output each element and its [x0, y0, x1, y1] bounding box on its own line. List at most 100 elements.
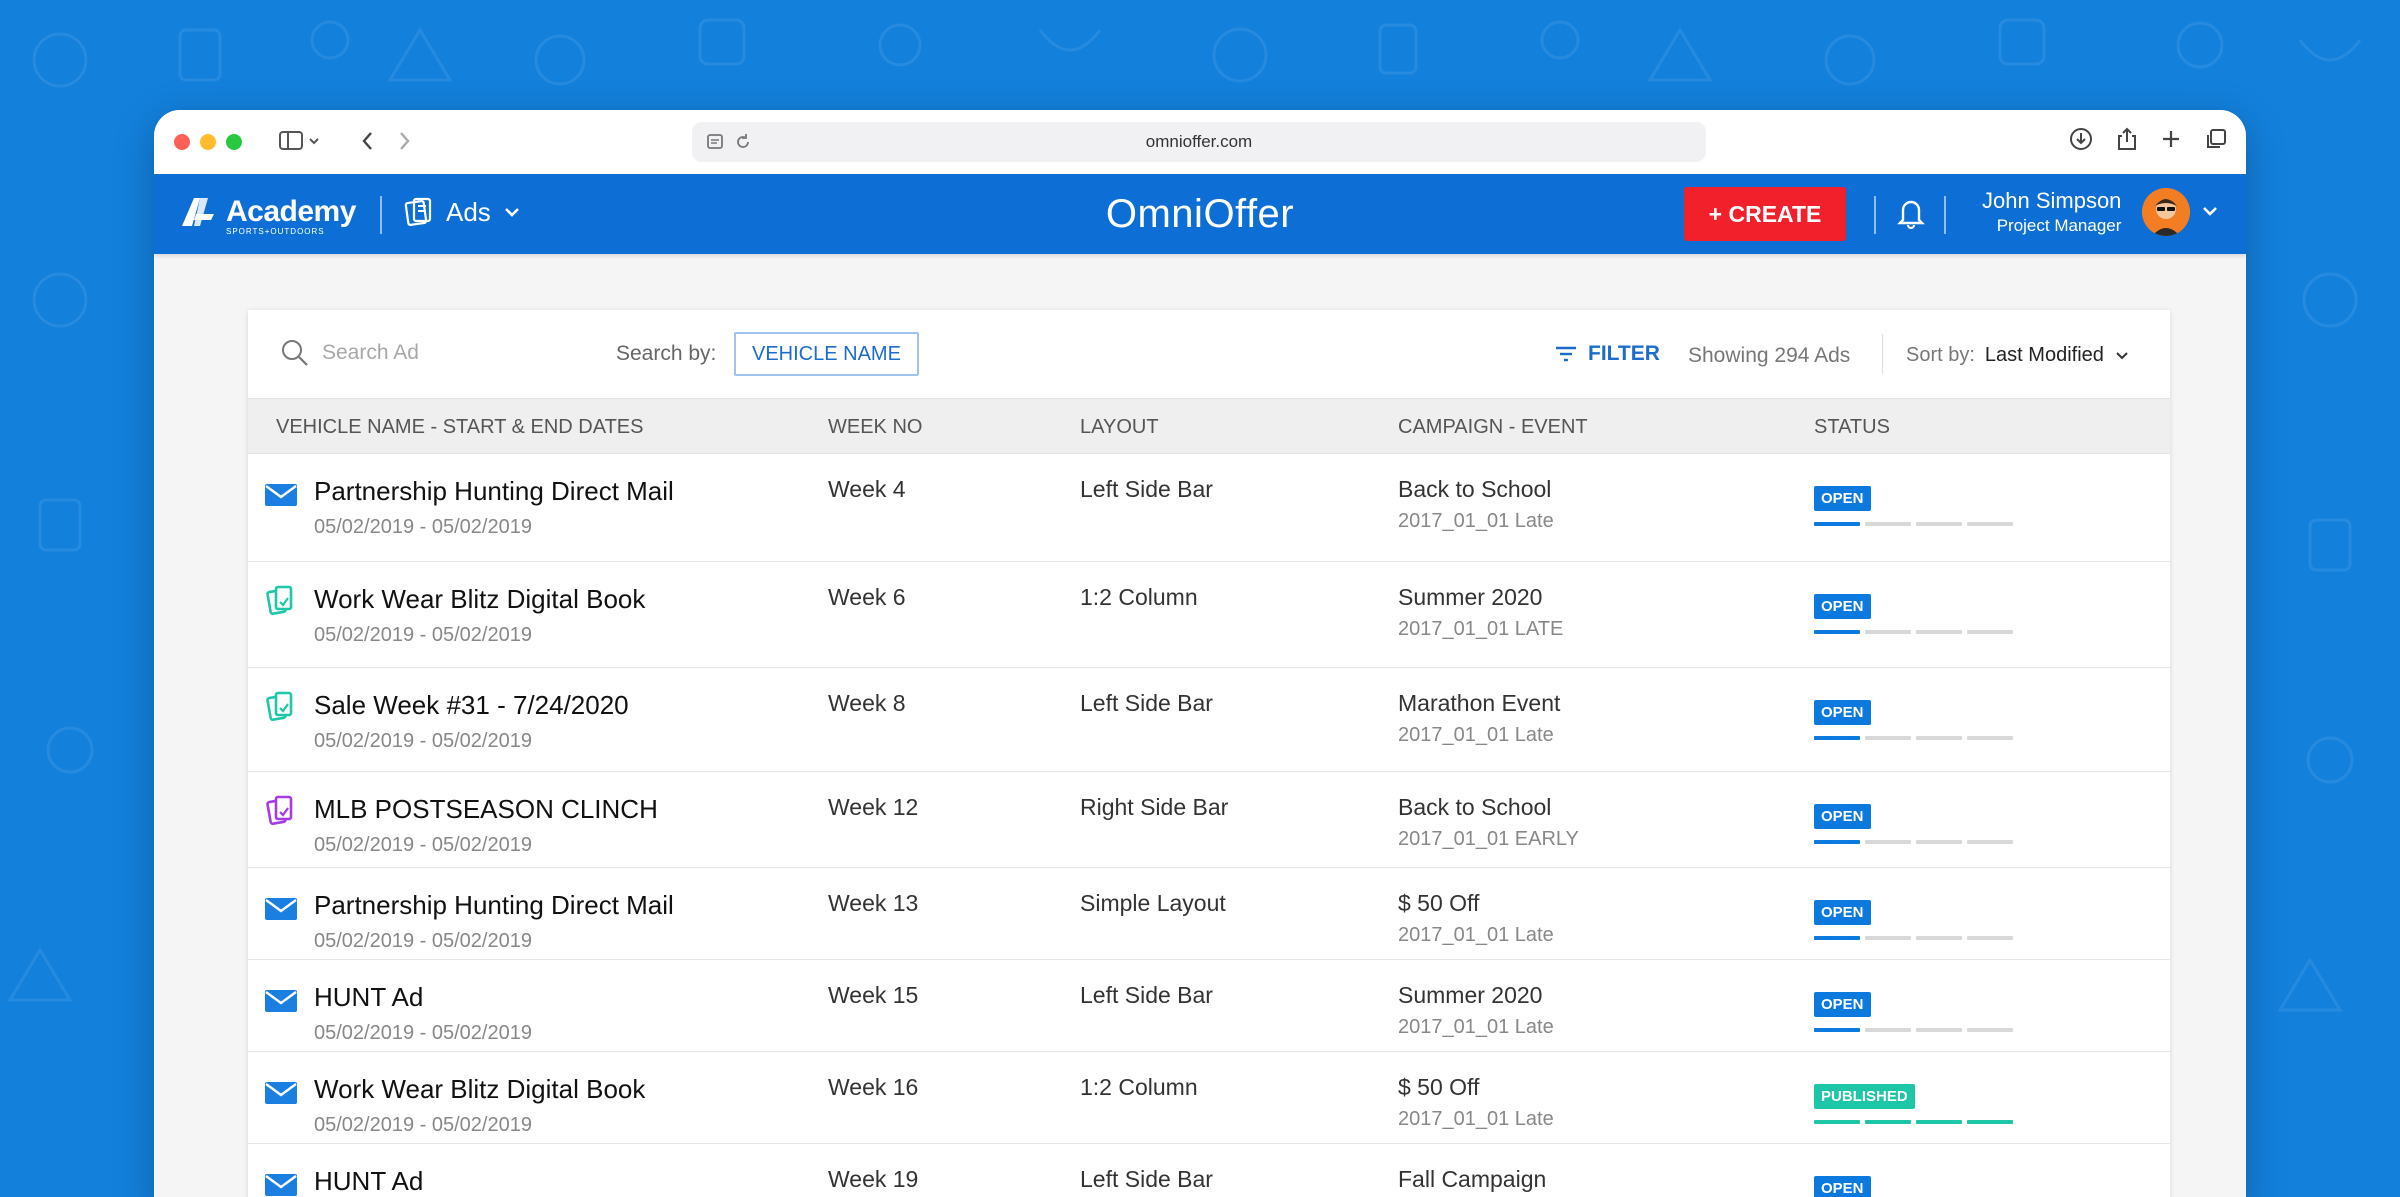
tabs-overview-icon[interactable] [2204, 126, 2228, 152]
brand-name: Academy [226, 195, 356, 228]
table-header: VEHICLE NAME - START & END DATES WEEK NO… [248, 398, 2170, 454]
window-controls [174, 134, 242, 150]
week-number: Week 4 [828, 476, 906, 502]
bell-icon[interactable] [1896, 196, 1926, 235]
status-progress [1814, 736, 2013, 740]
mail-icon [264, 988, 298, 1019]
vehicle-name[interactable]: Partnership Hunting Direct Mail [314, 890, 674, 921]
layout-name: Right Side Bar [1080, 794, 1229, 820]
campaign-name: $ 50 Off [1398, 890, 1480, 916]
create-button[interactable]: + CREATE [1684, 187, 1846, 241]
vehicle-dates: 05/02/2019 - 05/02/2019 [314, 930, 532, 952]
back-icon[interactable] [358, 128, 378, 159]
progress-segment [1916, 936, 1962, 940]
layout-name: 1:2 Column [1080, 584, 1198, 610]
status-progress [1814, 630, 2013, 634]
week-number: Week 16 [828, 1074, 919, 1100]
progress-segment [1916, 522, 1962, 526]
column-header-layout[interactable]: LAYOUT [1080, 416, 1159, 439]
user-role: Project Manager [1996, 216, 2122, 235]
column-header-vehicle[interactable]: VEHICLE NAME - START & END DATES [276, 416, 643, 439]
progress-segment [1865, 840, 1911, 844]
column-header-week[interactable]: WEEK NO [828, 416, 922, 439]
layout-name: Left Side Bar [1080, 476, 1213, 502]
mail-icon [264, 1080, 298, 1111]
column-header-status[interactable]: STATUS [1814, 416, 1890, 439]
vehicle-name[interactable]: HUNT Ad [314, 982, 423, 1013]
flyer-icon [264, 794, 298, 833]
progress-segment [1967, 1028, 2013, 1032]
week-number: Week 15 [828, 982, 919, 1008]
vehicle-name[interactable]: Sale Week #31 - 7/24/2020 [314, 690, 629, 721]
academy-logo[interactable]: Academy SPORTS+OUTDOORS [178, 194, 356, 239]
status-progress [1814, 1028, 2013, 1032]
table-row[interactable]: Work Wear Blitz Digital Book 05/02/2019 -… [248, 1052, 2170, 1144]
column-header-campaign[interactable]: CAMPAIGN - EVENT [1398, 416, 1588, 439]
table-row[interactable]: HUNT Ad Week 19 Left Side Bar Fall Campaign… [248, 1144, 2170, 1197]
event-name: 2017_01_01 Late [1398, 1016, 1554, 1038]
reload-icon[interactable] [734, 132, 752, 152]
campaign-name: Summer 2020 [1398, 584, 1543, 610]
table-row[interactable]: MLB POSTSEASON CLINCH 05/02/2019 - 05/02/… [248, 772, 2170, 868]
event-name: 2017_01_01 Late [1398, 724, 1554, 746]
share-icon[interactable] [2116, 126, 2138, 152]
vehicle-name[interactable]: MLB POSTSEASON CLINCH [314, 794, 658, 825]
search-icon [282, 340, 308, 366]
search-input[interactable] [322, 341, 542, 365]
progress-segment [1814, 522, 1860, 526]
user-info[interactable]: John Simpson Project Manager [1982, 188, 2121, 236]
progress-segment [1967, 936, 2013, 940]
vehicle-dates: 05/02/2019 - 05/02/2019 [314, 516, 532, 538]
new-tab-icon[interactable] [2160, 126, 2182, 152]
table-body: Partnership Hunting Direct Mail 05/02/201… [248, 454, 2170, 1197]
user-name: John Simpson [1982, 188, 2122, 213]
address-bar[interactable]: omnioffer.com [692, 122, 1706, 162]
progress-segment [1814, 936, 1860, 940]
download-icon[interactable] [2068, 126, 2094, 152]
progress-segment [1814, 1028, 1860, 1032]
vehicle-name[interactable]: HUNT Ad [314, 1166, 423, 1197]
week-number: Week 19 [828, 1166, 919, 1192]
week-number: Week 8 [828, 690, 906, 716]
vehicle-name[interactable]: Work Wear Blitz Digital Book [314, 1074, 645, 1105]
table-row[interactable]: Partnership Hunting Direct Mail 05/02/201… [248, 868, 2170, 960]
event-name: 2017_01_01 Late [1398, 1108, 1554, 1130]
section-dropdown[interactable]: Ads [404, 196, 521, 228]
vehicle-name[interactable]: Partnership Hunting Direct Mail [314, 476, 674, 507]
week-number: Week 12 [828, 794, 919, 820]
toolbar-divider [1882, 334, 1883, 374]
status-badge: OPEN [1814, 992, 1871, 1017]
forward-icon[interactable] [394, 128, 414, 159]
avatar[interactable] [2142, 188, 2190, 236]
status-progress [1814, 840, 2013, 844]
filter-button[interactable]: FILTER [1554, 342, 1660, 366]
vehicle-name[interactable]: Work Wear Blitz Digital Book [314, 584, 645, 615]
table-row[interactable]: HUNT Ad 05/02/2019 - 05/02/2019 Week 15 Lef… [248, 960, 2170, 1052]
progress-segment [1916, 840, 1962, 844]
table-row[interactable]: Partnership Hunting Direct Mail 05/02/201… [248, 454, 2170, 562]
progress-segment [1865, 1120, 1911, 1124]
campaign-name: Back to School [1398, 476, 1552, 502]
reader-icon[interactable] [706, 132, 724, 152]
progress-segment [1865, 630, 1911, 634]
campaign-name: $ 50 Off [1398, 1074, 1480, 1100]
sidebar-toggle-icon[interactable] [278, 128, 322, 159]
maximize-window-button[interactable] [226, 134, 242, 150]
close-window-button[interactable] [174, 134, 190, 150]
browser-toolbar: omnioffer.com [154, 110, 2246, 174]
sort-value: Last Modified [1984, 344, 2104, 366]
layout-name: 1:2 Column [1080, 1074, 1198, 1100]
status-badge: OPEN [1814, 804, 1871, 829]
search-by-vehicle-name-button[interactable]: VEHICLE NAME [734, 332, 919, 376]
week-number: Week 6 [828, 584, 906, 610]
sort-label: Sort by: [1906, 344, 1975, 366]
layout-name: Left Side Bar [1080, 690, 1213, 716]
minimize-window-button[interactable] [200, 134, 216, 150]
table-row[interactable]: Sale Week #31 - 7/24/2020 05/02/2019 - 05… [248, 668, 2170, 772]
sort-dropdown[interactable]: Sort by: Last Modified [1906, 344, 2130, 367]
progress-segment [1916, 736, 1962, 740]
table-row[interactable]: Work Wear Blitz Digital Book 05/02/2019 -… [248, 562, 2170, 668]
progress-segment [1865, 736, 1911, 740]
user-menu-chevron-icon[interactable] [2201, 204, 2219, 223]
filter-icon [1556, 346, 1576, 362]
